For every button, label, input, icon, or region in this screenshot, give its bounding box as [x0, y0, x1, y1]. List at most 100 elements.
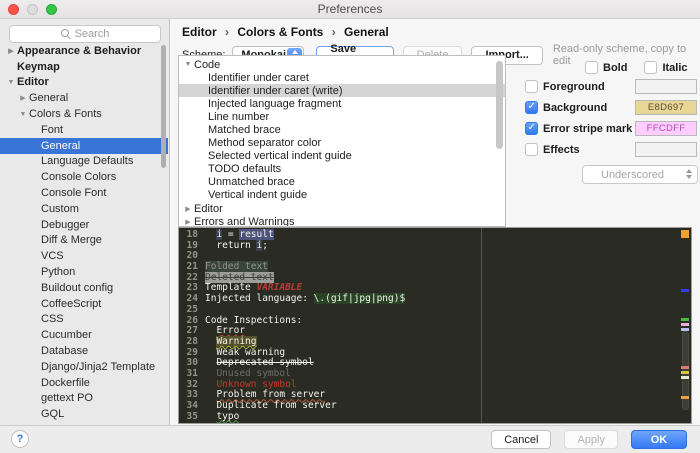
side-item-gettext-po[interactable]: gettext PO: [0, 391, 168, 407]
opt-item-label: Method separator color: [208, 137, 322, 150]
error-stripe-green[interactable]: [681, 318, 689, 321]
side-item-console-font[interactable]: Console Font: [0, 185, 168, 201]
opt-item-injected-language-fragment[interactable]: Injected language fragment: [179, 97, 505, 110]
effects-swatch[interactable]: [635, 142, 697, 157]
cancel-button[interactable]: Cancel: [491, 430, 552, 449]
opt-item-matched-brace[interactable]: Matched brace: [179, 123, 505, 136]
apply-button[interactable]: Apply: [564, 430, 618, 449]
side-item-editor[interactable]: ▼ Editor: [0, 75, 168, 91]
breadcrumb-editor[interactable]: Editor: [182, 25, 217, 39]
preview-line-35[interactable]: 35 typo: [179, 411, 677, 423]
opt-item-label: Identifier under caret (write): [208, 84, 343, 97]
opt-item-errors-and-warnings[interactable]: ▶ Errors and Warnings: [179, 215, 505, 226]
side-item-label: Buildout config: [41, 281, 114, 294]
opt-item-line-number[interactable]: Line number: [179, 110, 505, 123]
side-item-coffeescript[interactable]: CoffeeScript: [0, 296, 168, 312]
side-item-appearance-behavior[interactable]: ▶ Appearance & Behavior: [0, 43, 168, 59]
options-scrollbar[interactable]: [496, 61, 503, 149]
preview-code: typo: [205, 411, 239, 423]
effects-checkbox[interactable]: [525, 143, 538, 156]
side-item-vcs[interactable]: VCS: [0, 248, 168, 264]
background-label: Background: [543, 102, 608, 114]
side-item-label: Language Defaults: [41, 155, 134, 168]
italic-checkbox[interactable]: [644, 61, 658, 74]
settings-sidebar: Search ▶ Appearance & Behavior Keymap ▼ Edit…: [0, 19, 170, 425]
token-write: result: [239, 229, 274, 240]
search-icon: [60, 29, 71, 39]
side-item-buildout-config[interactable]: Buildout config: [0, 280, 168, 296]
side-item-general[interactable]: ▶ General: [0, 90, 168, 106]
side-item-cucumber[interactable]: Cucumber: [0, 327, 168, 343]
opt-item-method-separator-color[interactable]: Method separator color: [179, 137, 505, 150]
effects-label: Effects: [543, 144, 580, 156]
help-button[interactable]: ?: [11, 430, 29, 448]
opt-item-editor[interactable]: ▶ Editor: [179, 202, 505, 215]
chevron-right-icon: ▶: [185, 205, 191, 213]
side-item-general[interactable]: General: [0, 137, 168, 154]
line-number: 25: [186, 303, 198, 315]
side-item-database[interactable]: Database: [0, 343, 168, 359]
preview-line-24[interactable]: 24 Injected language: \.(gif|jpg|png)$: [179, 293, 677, 305]
effect-type-select[interactable]: Underscored: [582, 165, 698, 184]
side-item-debugger[interactable]: Debugger: [0, 217, 168, 233]
error-stripe-orange-top[interactable]: [681, 230, 689, 238]
side-item-language-defaults[interactable]: Language Defaults: [0, 154, 168, 170]
opt-item-vertical-indent-guide[interactable]: Vertical indent guide: [179, 189, 505, 202]
error-stripe-yellow[interactable]: [681, 371, 689, 374]
side-item-gql[interactable]: GQL: [0, 406, 168, 422]
opt-item-code[interactable]: ▼ Code: [179, 58, 505, 71]
background-swatch[interactable]: E8D697: [635, 100, 697, 115]
title-bar: Preferences: [0, 0, 700, 19]
opt-item-unmatched-brace[interactable]: Unmatched brace: [179, 176, 505, 189]
error-stripe-lavender[interactable]: [681, 328, 689, 331]
chevron-right-icon: ▶: [8, 47, 14, 55]
side-item-label: Cucumber: [41, 329, 92, 342]
error-stripe-blue[interactable]: [681, 289, 689, 292]
bold-checkbox[interactable]: [585, 61, 598, 74]
attr-row-foreground: Foreground: [506, 79, 700, 94]
error-stripe-column: [678, 228, 691, 423]
opt-item-identifier-under-caret[interactable]: Identifier under caret: [179, 71, 505, 84]
opt-item-identifier-under-caret-write[interactable]: Identifier under caret (write): [179, 84, 505, 98]
breadcrumb-colors-fonts[interactable]: Colors & Fonts: [237, 25, 323, 39]
error-stripe-pink[interactable]: [681, 323, 689, 326]
opt-item-label: Code: [194, 58, 221, 71]
foreground-checkbox[interactable]: [525, 80, 538, 93]
side-item-keymap[interactable]: Keymap: [0, 59, 168, 75]
preview-line-28[interactable]: 28 Warning: [179, 335, 677, 348]
error-stripe-orange[interactable]: [681, 396, 689, 399]
foreground-swatch[interactable]: [635, 79, 697, 94]
side-item-dockerfile[interactable]: Dockerfile: [0, 375, 168, 391]
background-checkbox[interactable]: [525, 101, 538, 114]
side-item-diff-merge[interactable]: Diff & Merge: [0, 233, 168, 249]
breadcrumb-general[interactable]: General: [344, 25, 389, 39]
search-input[interactable]: Search: [9, 25, 161, 43]
opt-item-todo-defaults[interactable]: TODO defaults: [179, 163, 505, 176]
chevron-down-icon: ▼: [184, 61, 192, 69]
error-stripe-red[interactable]: [681, 366, 689, 369]
preview-line-19[interactable]: 19 return i;: [179, 239, 677, 252]
side-item-label: General: [29, 92, 69, 105]
preview-line-25[interactable]: 25: [179, 303, 677, 316]
side-item-django-jinja2-template[interactable]: Django/Jinja2 Template: [0, 359, 168, 375]
color-options-tree: ▼ Code Identifier under caret Identifier un…: [178, 55, 506, 227]
opt-item-selected-vertical-indent-guide[interactable]: Selected vertical indent guide: [179, 150, 505, 163]
side-item-python[interactable]: Python: [0, 264, 168, 280]
side-item-label: Editor: [17, 76, 49, 89]
token-server-problem: Problem from server: [216, 389, 326, 401]
sidebar-scrollbar[interactable]: [161, 45, 166, 168]
error-stripe-mark-swatch[interactable]: FFCDFF: [635, 121, 697, 136]
ok-button[interactable]: OK: [631, 430, 687, 449]
side-item-colors-fonts[interactable]: ▼ Colors & Fonts: [0, 106, 168, 122]
side-item-console-colors[interactable]: Console Colors: [0, 169, 168, 185]
preview-line-26[interactable]: 26 Code Inspections:: [179, 315, 677, 327]
side-item-css[interactable]: CSS: [0, 312, 168, 328]
token-caret: i: [256, 239, 263, 251]
error-stripe-mark-checkbox[interactable]: [525, 122, 538, 135]
token-variable: VARIABLE: [256, 282, 303, 294]
side-item-label: Debugger: [41, 218, 90, 231]
side-item-font[interactable]: Font: [0, 122, 168, 138]
side-item-custom[interactable]: Custom: [0, 201, 168, 217]
preview-line-34[interactable]: 34 Duplicate from server: [179, 400, 677, 412]
error-stripe-cream[interactable]: [681, 376, 689, 379]
